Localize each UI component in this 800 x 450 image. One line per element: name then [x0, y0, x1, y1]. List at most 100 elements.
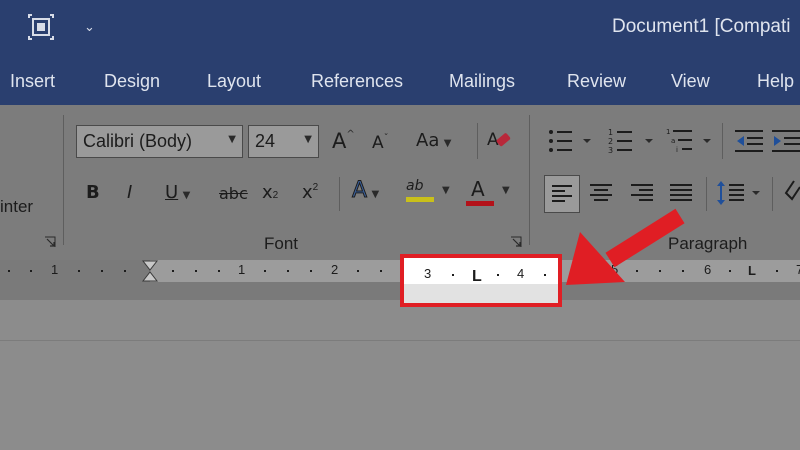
annotation-highlight-box: 3 L 4 — [400, 254, 562, 307]
ruler-tab-stop[interactable]: L — [748, 263, 756, 278]
chevron-down-icon: ▼ — [182, 190, 191, 201]
shrink-font-label: A — [372, 133, 384, 153]
ruler-number: 5 — [611, 262, 619, 277]
bullets-icon[interactable] — [548, 128, 592, 154]
font-color-swatch — [466, 201, 494, 206]
ruler-tick — [172, 270, 174, 272]
page-edge — [0, 340, 800, 341]
ruler-tab-stop[interactable]: L — [472, 268, 482, 286]
separator — [706, 177, 707, 211]
ruler-tick — [776, 270, 778, 272]
line-spacing-icon[interactable] — [716, 177, 762, 209]
align-right-icon[interactable] — [629, 181, 655, 205]
superscript-digit: 2 — [312, 182, 319, 193]
ruler-number: 1 — [51, 262, 59, 277]
strikethrough-button[interactable]: abc — [219, 184, 248, 203]
tab-references[interactable]: References — [311, 71, 403, 92]
ruler-left-margin — [0, 260, 150, 282]
tab-layout[interactable]: Layout — [207, 71, 261, 92]
increase-indent-icon[interactable] — [772, 129, 800, 153]
ruler-tick — [497, 274, 499, 276]
change-case-label: Aa — [416, 130, 440, 151]
grow-font-label: A — [332, 129, 347, 153]
chevron-down-icon[interactable]: ▼ — [502, 185, 510, 196]
ruler-tick — [452, 274, 454, 276]
superscript-button[interactable]: x2 — [302, 182, 318, 203]
tab-review[interactable]: Review — [567, 71, 626, 92]
document-canvas[interactable] — [0, 300, 800, 450]
window-title: Document1 [Compati — [612, 16, 791, 37]
underline-label: U — [165, 182, 179, 203]
touch-mode-icon[interactable] — [28, 14, 54, 40]
ruler-tick — [8, 270, 10, 272]
tab-insert[interactable]: Insert — [10, 71, 55, 92]
tab-design[interactable]: Design — [104, 71, 160, 92]
chevron-down-icon: ▼ — [443, 138, 452, 149]
separator — [772, 177, 773, 211]
chevron-down-icon[interactable]: ▼ — [304, 134, 312, 145]
font-size-combobox[interactable]: 24 ▼ — [248, 125, 319, 158]
bold-button[interactable]: B — [86, 182, 100, 203]
svg-text:i: i — [676, 146, 678, 154]
svg-text:1: 1 — [608, 128, 613, 137]
shading-icon[interactable] — [784, 179, 800, 209]
ruler-tick — [287, 270, 289, 272]
svg-text:2: 2 — [608, 137, 613, 146]
ruler-tick — [682, 270, 684, 272]
ruler-number: 3 — [424, 266, 432, 281]
clear-formatting-icon[interactable]: A — [486, 127, 512, 153]
ruler-tick — [636, 270, 638, 272]
svg-text:3: 3 — [608, 146, 613, 155]
group-separator — [529, 115, 530, 245]
multilevel-list-icon[interactable]: 1ai — [666, 127, 712, 155]
align-center-icon[interactable] — [588, 181, 614, 205]
ribbon: inter Calibri (Body) ▼ 24 ▼ A^ Aˇ Aa ▼ A… — [0, 105, 800, 260]
separator — [722, 123, 723, 159]
format-painter-button[interactable]: inter — [0, 197, 33, 217]
font-color-button[interactable]: A — [466, 177, 494, 206]
align-left-icon — [552, 185, 572, 202]
underline-button[interactable]: U ▼ — [165, 182, 190, 203]
text-effects-label: A — [351, 178, 368, 204]
chevron-down-icon[interactable]: ▼ — [228, 134, 236, 145]
customize-qat-button[interactable]: ⌄ — [84, 20, 95, 35]
tab-help[interactable]: Help — [757, 71, 794, 92]
ruler-tick — [195, 270, 197, 272]
separator — [339, 177, 340, 211]
justify-icon[interactable] — [668, 181, 694, 205]
ruler-tick — [264, 270, 266, 272]
decrease-indent-icon[interactable] — [735, 129, 765, 153]
tab-view[interactable]: View — [671, 71, 710, 92]
ruler-number: 1 — [238, 262, 246, 277]
subscript-button[interactable]: x2 — [262, 182, 278, 203]
font-name-combobox[interactable]: Calibri (Body) ▼ — [76, 125, 243, 158]
ruler-number: 7 — [796, 262, 800, 277]
svg-text:1: 1 — [666, 128, 670, 136]
tab-mailings[interactable]: Mailings — [449, 71, 515, 92]
align-left-button[interactable] — [544, 175, 580, 213]
shrink-font-button[interactable]: Aˇ — [372, 133, 389, 153]
numbering-icon[interactable]: 123 — [608, 127, 654, 155]
ruler-tick — [729, 270, 731, 272]
ruler-tick — [310, 270, 312, 272]
change-case-button[interactable]: Aa ▼ — [416, 130, 452, 151]
ruler-tick — [218, 270, 220, 272]
text-effects-button[interactable]: A ▼ — [351, 178, 380, 204]
paragraph-group-label: Paragraph — [668, 234, 748, 253]
ruler-tick — [659, 270, 661, 272]
ruler-tick — [101, 270, 103, 272]
clipboard-dialog-launcher-icon[interactable] — [44, 236, 56, 248]
ruler-number: 6 — [704, 262, 712, 277]
separator — [477, 123, 478, 159]
chevron-down-icon: ▼ — [371, 189, 380, 200]
font-dialog-launcher-icon[interactable] — [510, 236, 522, 248]
ruler-tick — [124, 270, 126, 272]
ruler-tick — [78, 270, 80, 272]
italic-button[interactable]: I — [127, 182, 132, 203]
ribbon-tabs: Insert Design Layout References Mailings… — [0, 60, 800, 105]
grow-font-button[interactable]: A^ — [332, 129, 355, 153]
highlight-color-button[interactable]: ab — [406, 177, 434, 202]
chevron-down-icon[interactable]: ▼ — [442, 185, 450, 196]
font-name-value: Calibri (Body) — [83, 131, 193, 151]
font-size-value: 24 — [255, 131, 276, 151]
